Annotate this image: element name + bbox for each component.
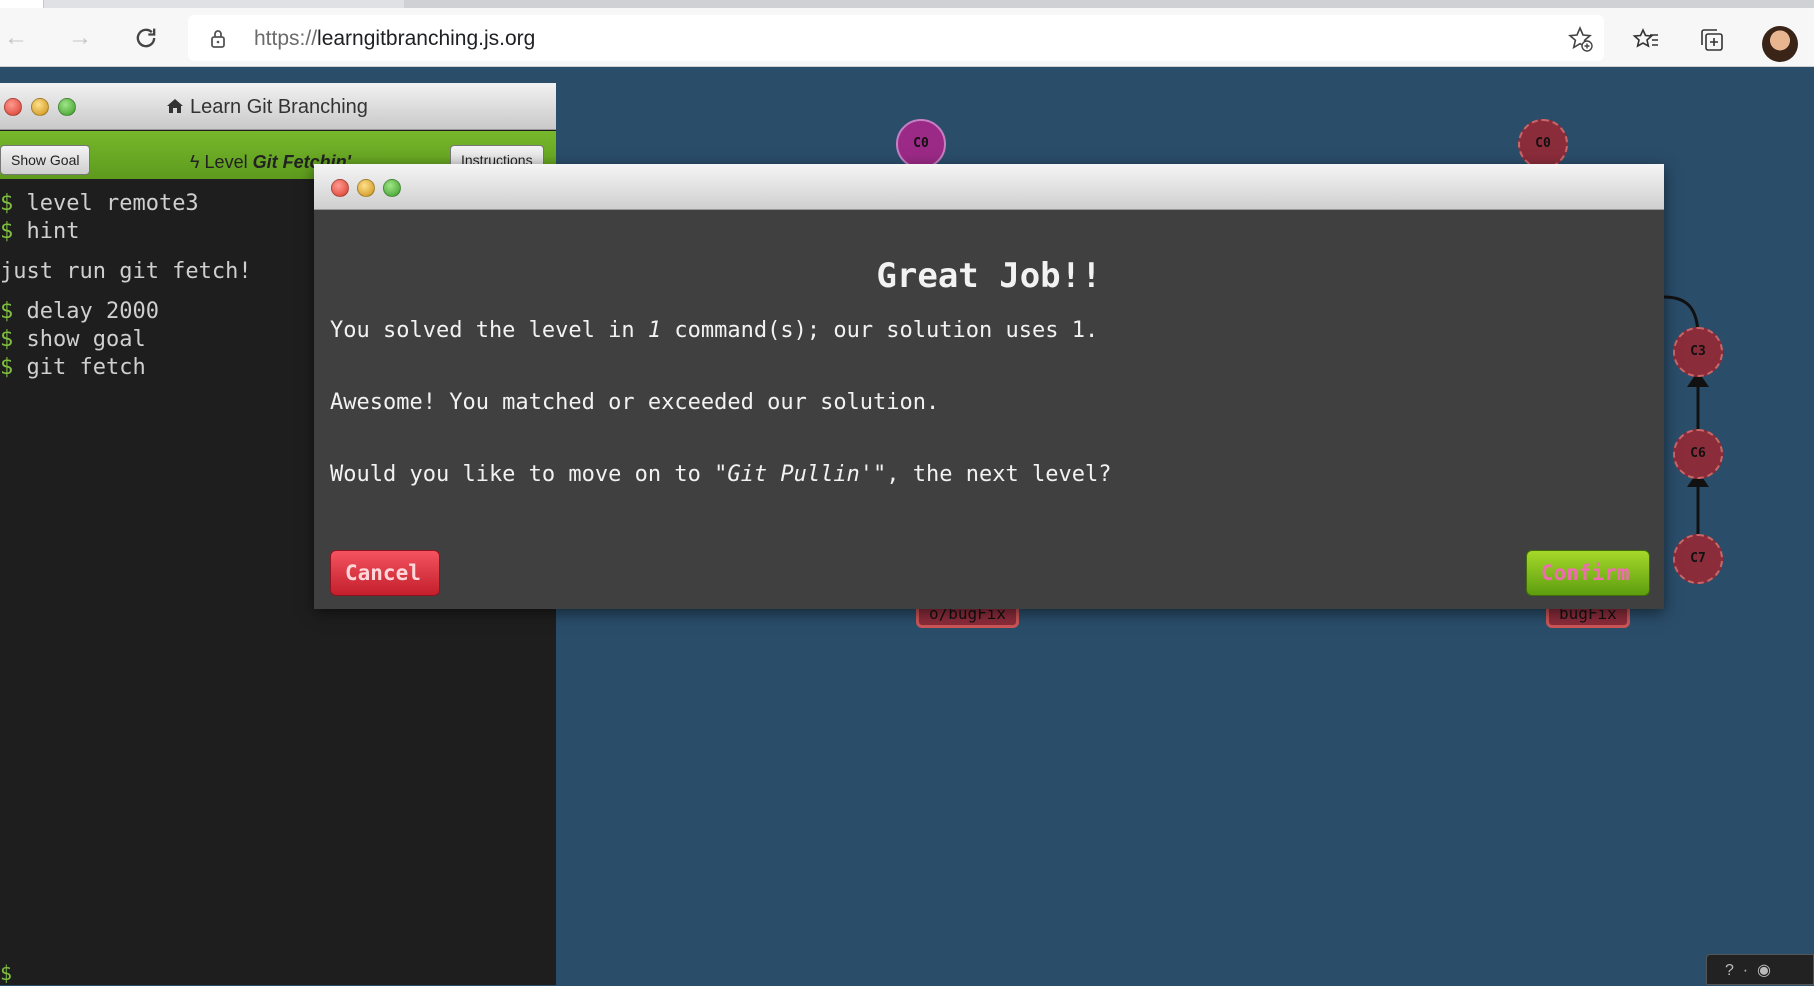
collections-icon[interactable] bbox=[1698, 26, 1726, 54]
terminal-line: $ show goal bbox=[0, 327, 146, 352]
terminal-line: $ hint bbox=[0, 219, 80, 244]
terminal-line: $ delay 2000 bbox=[0, 299, 159, 324]
minimize-button[interactable] bbox=[357, 179, 375, 197]
back-arrow-icon[interactable]: ← bbox=[0, 22, 32, 54]
maximize-button[interactable] bbox=[58, 98, 76, 116]
minimize-button[interactable] bbox=[31, 98, 49, 116]
browser-toolbar: ← → https://learngitbranching.js.org bbox=[0, 8, 1814, 67]
next-level-message: Would you like to move on to "Git Pullin… bbox=[330, 462, 1112, 487]
show-goal-button[interactable]: Show Goal bbox=[0, 145, 91, 175]
command-prompt[interactable]: $ bbox=[0, 961, 12, 985]
modal-body: Great Job!! You solved the level in 1 co… bbox=[314, 210, 1664, 609]
profile-avatar[interactable] bbox=[1762, 26, 1798, 62]
window-controls bbox=[4, 98, 85, 121]
maximize-button[interactable] bbox=[383, 179, 401, 197]
address-bar[interactable]: https://learngitbranching.js.org bbox=[188, 15, 1604, 61]
terminal-line: just run git fetch! bbox=[0, 259, 252, 284]
close-button[interactable] bbox=[331, 179, 349, 197]
solved-message: You solved the level in 1 command(s); ou… bbox=[330, 318, 1099, 343]
terminal-titlebar: Learn Git Branching bbox=[0, 83, 556, 130]
modal-heading: Great Job!! bbox=[876, 256, 1102, 296]
cancel-button[interactable]: Cancel bbox=[330, 550, 440, 596]
terminal-title: Learn Git Branching bbox=[166, 96, 368, 119]
commit-node: C0 bbox=[1518, 119, 1568, 169]
awesome-message: Awesome! You matched or exceeded our sol… bbox=[330, 390, 940, 415]
level-complete-modal: Great Job!! You solved the level in 1 co… bbox=[314, 164, 1664, 609]
terminal-line: $ level remote3 bbox=[0, 191, 199, 216]
window-controls bbox=[331, 179, 409, 202]
home-icon bbox=[167, 99, 183, 113]
terminal-line: $ git fetch bbox=[0, 355, 146, 380]
url-text: https://learngitbranching.js.org bbox=[254, 27, 536, 50]
close-button[interactable] bbox=[4, 98, 22, 116]
lock-icon bbox=[211, 30, 225, 48]
modal-titlebar bbox=[314, 164, 1664, 210]
browser-tab[interactable] bbox=[0, 0, 44, 8]
help-controls[interactable]: ? · ◉ bbox=[1706, 954, 1814, 985]
lightning-icon: ϟ bbox=[190, 152, 200, 172]
reload-icon[interactable] bbox=[130, 22, 162, 54]
add-favorite-icon[interactable] bbox=[1566, 25, 1594, 53]
forward-arrow-icon[interactable]: → bbox=[64, 22, 96, 54]
tab-strip bbox=[0, 0, 1814, 8]
favorites-icon[interactable] bbox=[1632, 26, 1660, 54]
commit-node: C6 bbox=[1673, 429, 1723, 479]
browser-tab-area bbox=[404, 0, 1814, 8]
globe-icon[interactable]: ◉ bbox=[1757, 962, 1771, 979]
commit-node: C0 bbox=[896, 119, 946, 169]
help-icon[interactable]: ? bbox=[1725, 962, 1734, 979]
commit-node: C7 bbox=[1673, 534, 1723, 584]
commit-node: C3 bbox=[1673, 327, 1723, 377]
confirm-button[interactable]: Confirm bbox=[1526, 550, 1650, 596]
